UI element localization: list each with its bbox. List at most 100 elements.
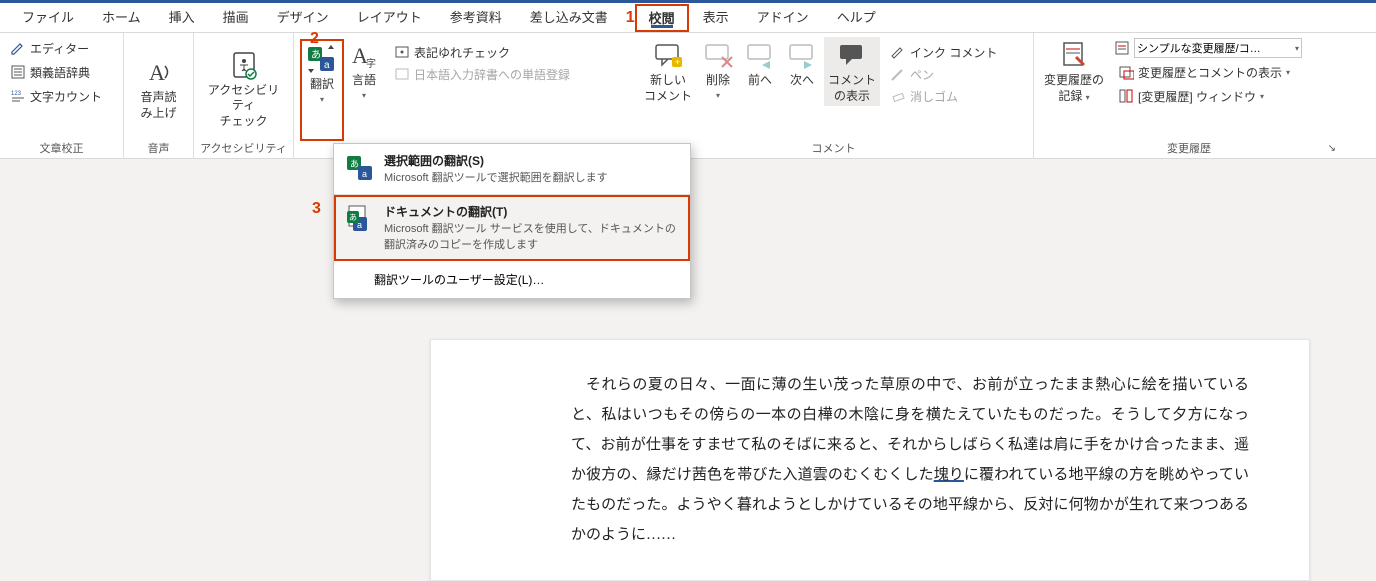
menu-insert[interactable]: 挿入 <box>155 3 209 33</box>
wordcount-icon: 123 <box>10 88 26 104</box>
editor-icon <box>10 40 26 56</box>
readaloud-label-2: み上げ <box>140 106 176 120</box>
chevron-down-icon: ▾ <box>1260 92 1264 101</box>
menu-draw[interactable]: 描画 <box>209 3 263 33</box>
language-button[interactable]: A字 言語 ▾ <box>344 37 384 141</box>
eraser-button: 消しゴム <box>886 85 1001 107</box>
dictregister-button: 日本語入力辞書への単語登録 <box>390 63 574 85</box>
delete-comment-label: 削除 <box>706 73 730 89</box>
show-markup-button[interactable]: 変更履歴とコメントの表示 ▾ <box>1114 61 1302 83</box>
readaloud-button[interactable]: A 音声読み上げ <box>130 54 187 123</box>
track-icon <box>1058 39 1090 71</box>
prev-comment-label: 前へ <box>748 73 772 89</box>
group-speech-label: 音声 <box>130 141 187 159</box>
ink-label: インク コメント <box>910 44 997 61</box>
new-comment-l1: 新しい <box>650 73 686 87</box>
chevron-down-icon: ▾ <box>1086 93 1090 102</box>
comment-show-icon <box>836 39 868 71</box>
marker-1: 1 <box>626 9 635 27</box>
group-accessibility-label: アクセシビリティ <box>200 141 287 159</box>
comment-delete-icon <box>702 39 734 71</box>
menu-file[interactable]: ファイル <box>8 3 88 33</box>
chevron-down-icon: ▾ <box>362 91 366 101</box>
spellvariant-button[interactable]: 表記ゆれチェック <box>390 41 574 63</box>
menu-layout[interactable]: レイアウト <box>343 3 436 33</box>
svg-text:A: A <box>149 60 165 85</box>
group-comments-label: コメント <box>640 141 1027 159</box>
group-language: あ a 翻訳 ▾ A字 言語 ▾ <box>294 33 654 159</box>
track-mode-icon <box>1114 40 1130 56</box>
document-page[interactable]: それらの夏の日々、一面に薄の生い茂った草原の中で、お前が立ったまま熱心に絵を描い… <box>430 339 1310 581</box>
menu-addins[interactable]: アドイン <box>743 3 823 33</box>
translate-selection-icon: あa <box>346 154 374 182</box>
next-comment-label: 次へ <box>790 73 814 89</box>
reviewing-pane-label: [変更履歴] ウィンドウ <box>1138 88 1256 105</box>
svg-text:あ: あ <box>349 213 357 222</box>
reviewing-pane-button[interactable]: [変更履歴] ウィンドウ ▾ <box>1114 85 1302 107</box>
track-mode-label: シンプルな変更履歴/コ… <box>1137 40 1261 56</box>
new-comment-button[interactable]: + 新しいコメント <box>640 37 696 106</box>
menu-help[interactable]: ヘルプ <box>823 3 890 33</box>
readaloud-label-1: 音声読 <box>140 90 176 104</box>
translate-document-item[interactable]: aあ ドキュメントの翻訳(T) Microsoft 翻訳ツール サービスを使用し… <box>334 195 690 261</box>
menu-view[interactable]: 表示 <box>689 3 743 33</box>
menu-home[interactable]: ホーム <box>88 3 155 33</box>
menu-bar: ファイル ホーム 挿入 描画 デザイン レイアウト 参考資料 差し込み文書 1 … <box>0 3 1376 33</box>
track-l1: 変更履歴の <box>1044 73 1104 87</box>
group-speech: A 音声読み上げ 音声 <box>124 33 194 159</box>
para-underlined: 塊り <box>934 467 964 483</box>
thesaurus-icon <box>10 64 26 80</box>
group-tracking-label: 変更履歴 <box>1167 143 1211 155</box>
wordcount-button[interactable]: 123 文字カウント <box>6 85 117 107</box>
dictregister-label: 日本語入力辞書への単語登録 <box>414 66 570 83</box>
ribbon: エディター 類義語辞典 123 文字カウント 文章校正 A 音声読み上げ 音声 <box>0 33 1376 159</box>
accessibility-button[interactable]: アクセシビリティチェック <box>200 47 287 132</box>
svg-text:a: a <box>324 60 330 71</box>
thesaurus-button[interactable]: 類義語辞典 <box>6 61 117 83</box>
menu-review[interactable]: 校閲 <box>635 4 689 32</box>
show-comments-l1: コメント <box>828 73 876 87</box>
show-comments-l2: の表示 <box>834 89 870 103</box>
access-label-1: アクセシビリティ <box>208 83 279 113</box>
ink-icon <box>890 44 906 60</box>
language-icon: A字 <box>348 39 380 71</box>
translate-document-icon: aあ <box>346 205 374 233</box>
editor-label: エディター <box>30 40 89 57</box>
group-comments: + 新しいコメント 削除 ▾ 前へ 次へ コメントの表示 <box>634 33 1034 159</box>
svg-text:あ: あ <box>350 159 359 169</box>
marker-2: 2 <box>310 30 319 48</box>
menu-mailings[interactable]: 差し込み文書 <box>516 3 622 33</box>
show-comments-button[interactable]: コメントの表示 <box>824 37 880 106</box>
translate-button[interactable]: あ a 翻訳 ▾ <box>300 39 344 141</box>
dialog-launcher-icon[interactable]: ↘ <box>1328 141 1336 157</box>
prev-comment-button: 前へ <box>740 37 780 91</box>
new-comment-l2: コメント <box>644 89 692 103</box>
access-label-2: チェック <box>219 114 267 128</box>
show-markup-label: 変更履歴とコメントの表示 <box>1138 64 1282 81</box>
menu-design[interactable]: デザイン <box>263 3 343 33</box>
translate-selection-item[interactable]: あa 選択範囲の翻訳(S) Microsoft 翻訳ツールで選択範囲を翻訳します <box>334 144 690 195</box>
chevron-down-icon: ▾ <box>1295 44 1299 53</box>
accessibility-icon <box>228 49 260 81</box>
thesaurus-label: 類義語辞典 <box>30 64 90 81</box>
track-changes-button[interactable]: 変更履歴の記録 ▾ <box>1040 37 1108 141</box>
wordcount-label: 文字カウント <box>30 88 102 105</box>
show-markup-icon <box>1118 64 1134 80</box>
svg-text:あ: あ <box>311 49 321 61</box>
group-proofing: エディター 類義語辞典 123 文字カウント 文章校正 <box>0 33 124 159</box>
translate-settings-item[interactable]: 翻訳ツールのユーザー設定(L)… <box>334 261 690 298</box>
translate-selection-desc: Microsoft 翻訳ツールで選択範囲を翻訳します <box>384 171 608 186</box>
group-accessibility: アクセシビリティチェック アクセシビリティ <box>194 33 294 159</box>
chevron-down-icon: ▾ <box>716 91 720 101</box>
pen-button: ペン <box>886 63 1001 85</box>
svg-text:字: 字 <box>366 57 376 70</box>
pen-label: ペン <box>910 66 934 83</box>
track-l2: 記録 <box>1058 89 1082 103</box>
editor-button[interactable]: エディター <box>6 37 117 59</box>
ink-comment-button[interactable]: インク コメント <box>886 41 1001 63</box>
translate-selection-title: 選択範囲の翻訳(S) <box>384 152 608 169</box>
track-mode-select[interactable]: シンプルな変更履歴/コ… ▾ <box>1134 38 1302 58</box>
delete-comment-button: 削除 ▾ <box>698 37 738 103</box>
readaloud-icon: A <box>143 56 175 88</box>
menu-references[interactable]: 参考資料 <box>436 3 516 33</box>
